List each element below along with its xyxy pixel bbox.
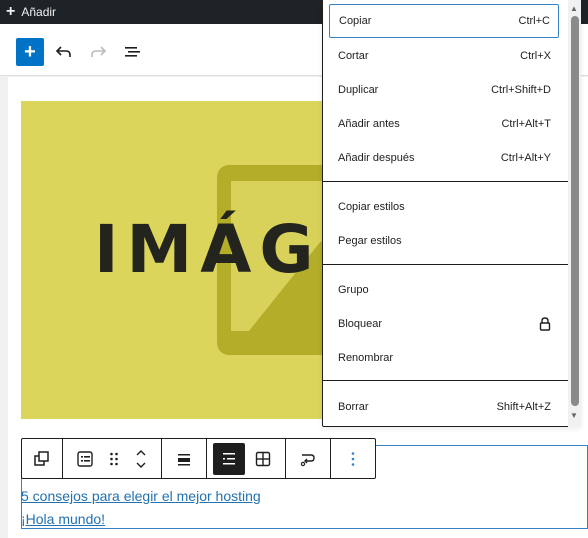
menu-item-group[interactable]: Grupo — [329, 273, 559, 307]
drag-handle-button[interactable] — [103, 443, 125, 475]
menu-item-rename[interactable]: Renombrar — [329, 341, 559, 375]
lock-icon — [539, 317, 551, 331]
block-type-group — [63, 439, 162, 478]
menu-divider — [323, 264, 569, 265]
redo-button[interactable] — [84, 38, 112, 66]
transform-group — [286, 439, 331, 478]
list-indent-icon — [223, 452, 235, 464]
list-options-group — [207, 439, 286, 478]
undo-button[interactable] — [50, 38, 78, 66]
block-toolbar — [21, 438, 376, 479]
parent-select-icon — [34, 450, 49, 466]
parent-select-group — [22, 439, 63, 478]
more-options-button[interactable] — [337, 443, 369, 475]
list-item-link[interactable]: ¡Hola mundo! — [21, 511, 105, 527]
menu-item-lock[interactable]: Bloquear — [329, 307, 559, 341]
transform-button[interactable] — [292, 443, 324, 475]
menu-item-label: Grupo — [338, 284, 369, 296]
table-grid-button[interactable] — [247, 443, 279, 475]
menu-item-label: Añadir después — [338, 152, 415, 164]
plus-icon: + — [24, 41, 36, 63]
menu-item-insert-after[interactable]: Añadir después Ctrl+Alt+Y — [329, 141, 559, 175]
menu-item-copy[interactable]: Copiar Ctrl+C — [329, 4, 559, 38]
menu-item-delete[interactable]: Borrar Shift+Alt+Z — [329, 390, 559, 424]
image-text: IMÁG — [94, 211, 322, 288]
menu-item-shortcut: Ctrl+X — [520, 50, 551, 62]
list-item-link[interactable]: 5 consejos para elegir el mejor hosting — [21, 488, 261, 504]
move-up-down-button[interactable] — [127, 443, 155, 475]
menu-item-copy-styles[interactable]: Copiar estilos — [329, 190, 559, 224]
menu-item-label: Bloquear — [338, 318, 383, 330]
more-options-icon — [351, 451, 355, 466]
admin-add-label[interactable]: Añadir — [21, 5, 56, 19]
select-parent-button[interactable] — [26, 443, 58, 475]
menu-item-label: Renombrar — [338, 352, 394, 364]
menu-item-label: Borrar — [338, 401, 369, 413]
menu-item-label: Añadir antes — [338, 118, 400, 130]
scroll-down-icon[interactable]: ▼ — [570, 411, 578, 420]
scrollbar-thumb[interactable] — [571, 16, 579, 406]
image-block[interactable]: IMÁG — [21, 101, 341, 419]
menu-item-duplicate[interactable]: Duplicar Ctrl+Shift+D — [329, 73, 559, 107]
list-view-icon — [125, 47, 140, 57]
menu-item-shortcut: Ctrl+Alt+T — [501, 118, 551, 130]
list-icon — [77, 450, 93, 467]
move-up-down-icon — [136, 449, 146, 468]
options-group — [331, 439, 375, 478]
menu-divider — [323, 380, 569, 381]
menu-item-label: Duplicar — [338, 84, 379, 96]
menu-item-shortcut: Ctrl+Alt+Y — [500, 152, 551, 164]
list-indent-button[interactable] — [213, 442, 245, 475]
drag-handle-icon — [110, 452, 118, 465]
menu-item-insert-before[interactable]: Añadir antes Ctrl+Alt+T — [329, 107, 559, 141]
menu-item-label: Pegar estilos — [338, 235, 402, 247]
menu-item-cut[interactable]: Cortar Ctrl+X — [329, 39, 559, 73]
scroll-up-icon[interactable]: ▲ — [570, 4, 578, 13]
redo-icon — [91, 46, 107, 57]
plus-icon[interactable]: + — [6, 4, 15, 20]
align-button[interactable] — [168, 443, 200, 475]
block-type-button[interactable] — [69, 443, 101, 475]
menu-item-shortcut: Shift+Alt+Z — [496, 401, 551, 413]
menu-item-label: Copiar — [339, 15, 372, 27]
menu-item-label: Copiar estilos — [338, 201, 405, 213]
list-view-button[interactable] — [118, 38, 146, 66]
menu-item-shortcut: Ctrl+Shift+D — [491, 84, 551, 96]
align-group — [162, 439, 207, 478]
undo-icon — [55, 46, 71, 57]
menu-item-shortcut: Ctrl+C — [518, 15, 550, 27]
inserter-button[interactable]: + — [16, 38, 44, 66]
align-icon — [178, 453, 190, 465]
table-grid-icon — [255, 451, 271, 466]
menu-divider — [323, 181, 569, 182]
transform-icon — [300, 453, 315, 466]
menu-item-label: Cortar — [338, 50, 369, 62]
block-options-menu: Copiar Ctrl+C Cortar Ctrl+X Duplicar Ctr… — [322, 0, 581, 427]
menu-item-paste-styles[interactable]: Pegar estilos — [329, 224, 559, 258]
